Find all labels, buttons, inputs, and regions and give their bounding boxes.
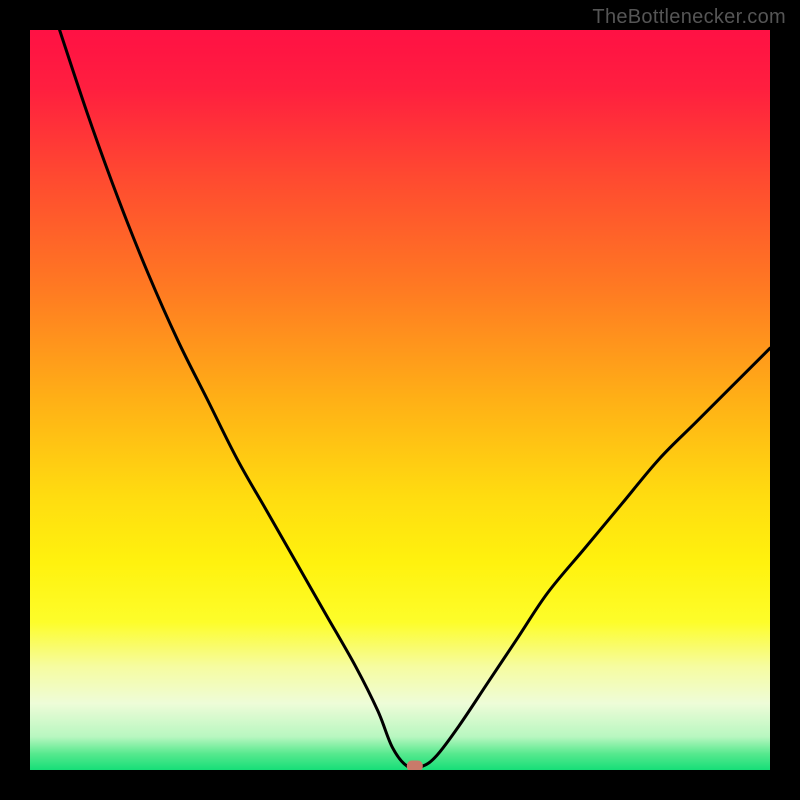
gradient-background bbox=[30, 30, 770, 770]
optimum-marker bbox=[407, 761, 423, 770]
plot-area bbox=[30, 30, 770, 770]
chart-frame: TheBottlenecker.com bbox=[0, 0, 800, 800]
watermark-label: TheBottlenecker.com bbox=[592, 6, 786, 29]
bottleneck-chart bbox=[30, 30, 770, 770]
